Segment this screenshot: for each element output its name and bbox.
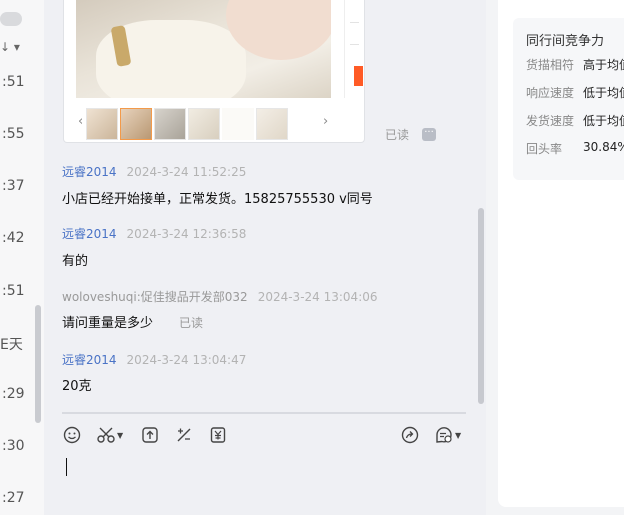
message-time: 2024-3-24 13:04:47: [126, 353, 247, 367]
forward-icon[interactable]: [401, 425, 419, 445]
sender-name[interactable]: 远睿2014: [62, 165, 117, 179]
message-time: 2024-3-24 13:04:06: [257, 290, 378, 304]
conversation-time[interactable]: :30: [2, 438, 25, 454]
conversation-time[interactable]: :37: [2, 178, 25, 194]
message-time: 2024-3-24 11:52:25: [126, 165, 247, 179]
metric-label: 响应速度: [526, 86, 575, 100]
message-text: 有的: [62, 254, 89, 269]
product-thumbnail[interactable]: [222, 108, 254, 140]
message-header: woloveshuqi:促佳搜品开发部032 2024-3-24 13:04:06: [62, 288, 378, 305]
product-thumbnail[interactable]: [86, 108, 118, 140]
chevron-left-icon[interactable]: ‹: [78, 114, 83, 129]
coupon-icon[interactable]: [209, 425, 227, 445]
divider: [350, 22, 359, 23]
competition-title: 同行间竞争力: [526, 34, 605, 49]
message-text: 20克: [62, 379, 92, 394]
chevron-right-icon[interactable]: ›: [323, 114, 328, 129]
metric-value: 低于均值: [583, 86, 624, 100]
buy-button[interactable]: [354, 66, 363, 86]
message-header: 远睿2014 2024-3-24 11:52:25: [62, 163, 246, 180]
sender-name[interactable]: 远睿2014: [62, 353, 117, 367]
conversation-time[interactable]: :55: [2, 126, 25, 142]
message-header: 远睿2014 2024-3-24 13:04:47: [62, 351, 246, 368]
metric-value: 30.84%: [583, 140, 624, 154]
chevron-down-icon[interactable]: ▼: [117, 431, 123, 440]
chat-scrollbar[interactable]: [478, 208, 484, 404]
input-divider: [62, 412, 466, 414]
sender-name[interactable]: woloveshuqi:促佳搜品开发部032: [62, 290, 248, 304]
message-time: 2024-3-24 12:36:58: [126, 227, 247, 241]
product-thumbnail[interactable]: [188, 108, 220, 140]
list-toggle-switch[interactable]: [0, 12, 22, 26]
quick-reply-icon[interactable]: ▼: [434, 425, 461, 445]
read-status: 已读: [385, 128, 410, 142]
conversation-time[interactable]: :42: [2, 230, 25, 246]
metric-label: 发货速度: [526, 114, 575, 128]
scissors-icon[interactable]: ▼: [96, 425, 123, 445]
product-thumbnail-selected[interactable]: [120, 108, 152, 140]
product-image[interactable]: [76, 0, 331, 98]
message-input[interactable]: [66, 458, 67, 476]
conversation-time[interactable]: :29: [2, 386, 25, 402]
sender-name[interactable]: 远睿2014: [62, 227, 117, 241]
emoji-icon[interactable]: [63, 425, 81, 445]
metric-label: 回头率: [526, 142, 563, 156]
product-thumbnail[interactable]: [154, 108, 186, 140]
conversation-time[interactable]: :27: [2, 490, 25, 506]
read-status: 已读: [179, 316, 204, 330]
message-text: 请问重量是多少: [62, 316, 154, 331]
product-thumbnail[interactable]: [256, 108, 288, 140]
chevron-down-icon[interactable]: ▼: [455, 431, 461, 440]
percent-icon[interactable]: [175, 425, 193, 445]
conversation-time[interactable]: :51: [2, 283, 25, 299]
metric-value: 高于均值: [583, 58, 624, 72]
metric-value: 低于均值: [583, 114, 624, 128]
conversation-time[interactable]: :51: [2, 74, 25, 90]
conversation-time[interactable]: E天: [0, 334, 23, 354]
message-header: 远睿2014 2024-3-24 12:36:58: [62, 225, 246, 242]
more-icon[interactable]: ···: [422, 128, 436, 141]
message-text: 小店已经开始接单，正常发货。15825755530 v同号: [62, 192, 373, 207]
divider: [350, 44, 359, 45]
sort-dropdown[interactable]: ↓ ▾: [0, 40, 20, 54]
upload-icon[interactable]: [141, 425, 159, 445]
metric-label: 货描相符: [526, 58, 575, 72]
conversation-list-scrollbar[interactable]: [35, 305, 41, 423]
